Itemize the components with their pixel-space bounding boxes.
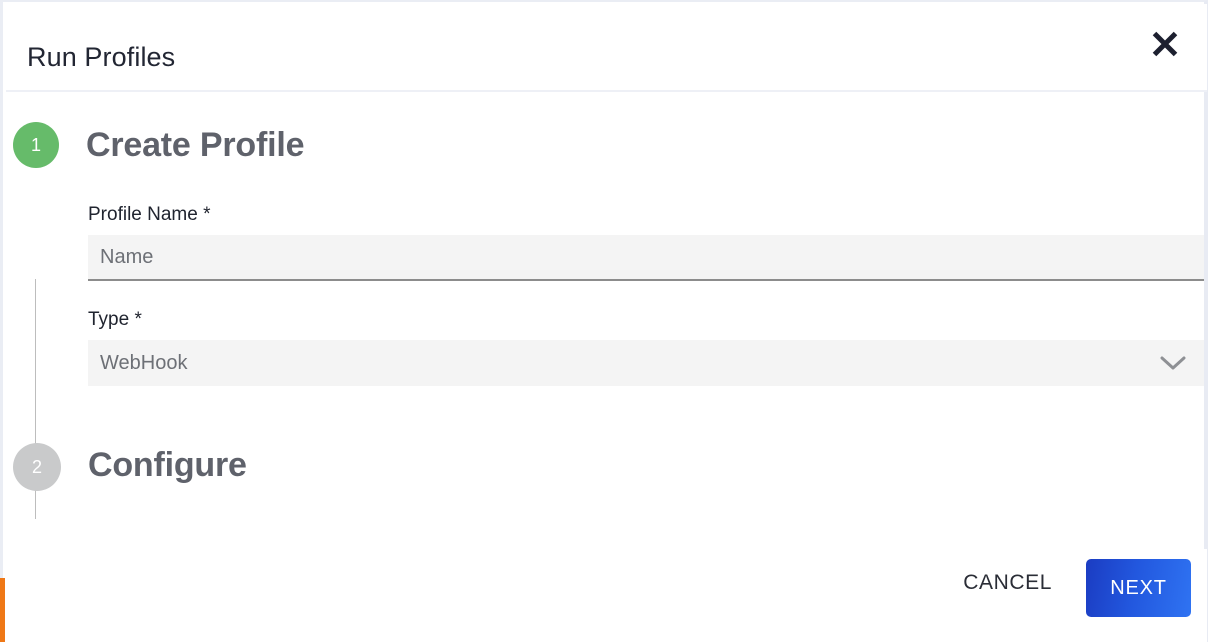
stepper-step-create-profile[interactable]: 1 Create Profile bbox=[13, 122, 304, 168]
step-label-create-profile: Create Profile bbox=[86, 125, 305, 164]
dialog-header: Run Profiles bbox=[6, 4, 1207, 92]
type-label: Type * bbox=[88, 309, 142, 330]
cancel-button[interactable]: CANCEL bbox=[947, 559, 1068, 607]
dialog-title: Run Profiles bbox=[27, 42, 176, 72]
run-profiles-dialog: Run Profiles 1 Create Profile Profile Na… bbox=[0, 0, 1208, 642]
type-selected-value: WebHook bbox=[100, 351, 188, 374]
step-number-badge-1: 1 bbox=[13, 122, 59, 168]
stepper-step-configure[interactable]: 2 Configure bbox=[13, 439, 247, 491]
create-profile-form: Profile Name * Name Type * WebHook bbox=[88, 204, 1204, 386]
type-select[interactable]: WebHook bbox=[88, 340, 1204, 386]
type-field: Type * WebHook bbox=[88, 309, 1204, 386]
close-button[interactable] bbox=[1137, 16, 1193, 72]
next-button[interactable]: NEXT bbox=[1086, 559, 1191, 617]
profile-name-label: Profile Name * bbox=[88, 204, 211, 225]
dialog-body: 1 Create Profile Profile Name * Name Typ… bbox=[6, 94, 1207, 549]
step-label-configure: Configure bbox=[88, 445, 247, 484]
left-accent-strip bbox=[0, 578, 5, 642]
step-number-badge-2: 2 bbox=[13, 443, 61, 491]
screen: Run Profiles 1 Create Profile Profile Na… bbox=[0, 0, 1208, 642]
dialog-footer: CANCEL NEXT bbox=[6, 549, 1207, 642]
profile-name-input[interactable]: Name bbox=[88, 235, 1204, 281]
chevron-down-icon[interactable] bbox=[1160, 350, 1186, 376]
profile-name-field: Profile Name * Name bbox=[88, 204, 1204, 281]
profile-name-placeholder: Name bbox=[100, 245, 154, 268]
close-icon bbox=[1148, 27, 1182, 61]
